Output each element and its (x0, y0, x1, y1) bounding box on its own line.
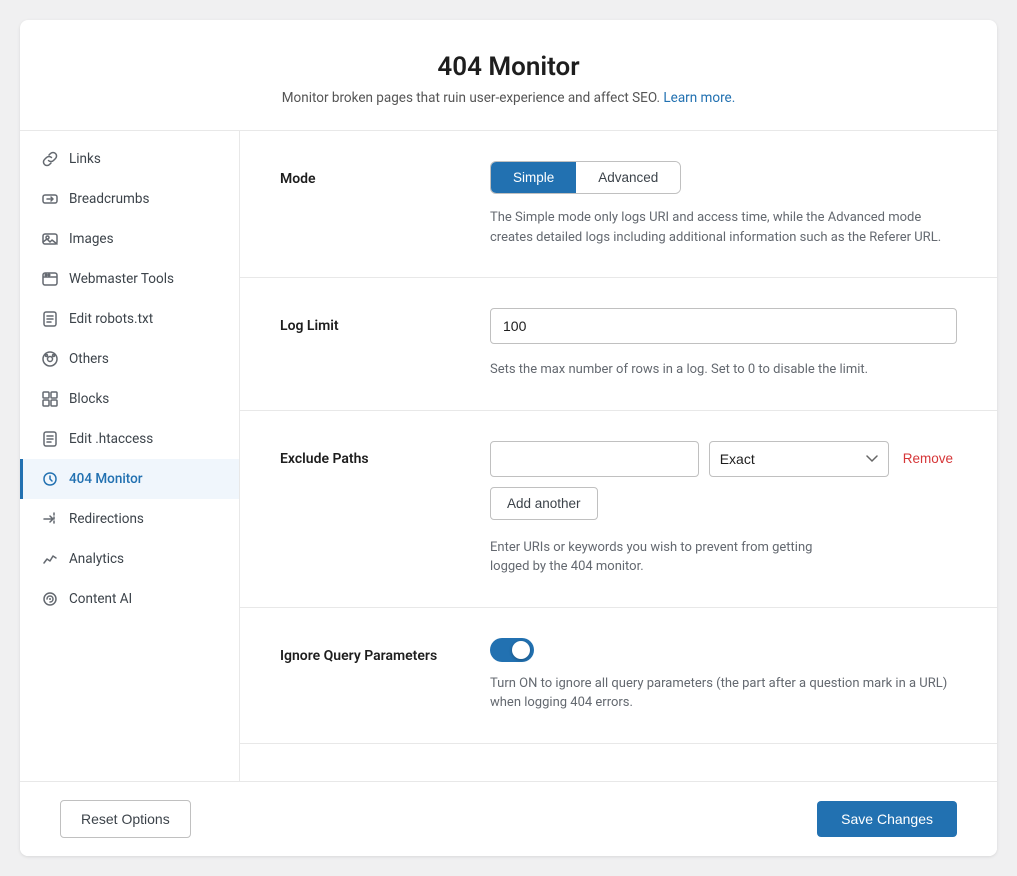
sidebar-item-redirections[interactable]: Redirections (20, 499, 239, 539)
htaccess-icon (41, 430, 59, 448)
exclude-paths-section: Exclude Paths Exact Contains Starts with… (240, 411, 997, 608)
mode-description: The Simple mode only logs URI and access… (490, 208, 957, 247)
reset-options-button[interactable]: Reset Options (60, 800, 191, 838)
ignore-query-description: Turn ON to ignore all query parameters (… (490, 674, 957, 713)
robots-icon (41, 310, 59, 328)
page-title: 404 Monitor (40, 52, 977, 82)
mode-row: Mode Simple Advanced The Simple mode onl… (280, 161, 957, 247)
sidebar-item-edit-robots[interactable]: Edit robots.txt (20, 299, 239, 339)
sidebar-item-label: Analytics (69, 551, 124, 567)
exclude-path-row: Exact Contains Starts with Ends with Reg… (490, 441, 957, 477)
webmaster-icon (41, 270, 59, 288)
sidebar-item-label: Others (69, 351, 109, 367)
redirections-icon (41, 510, 59, 528)
blocks-icon (41, 390, 59, 408)
exclude-paths-description: Enter URIs or keywords you wish to preve… (490, 538, 957, 577)
sidebar-item-edit-htaccess[interactable]: Edit .htaccess (20, 419, 239, 459)
exclude-paths-row: Exclude Paths Exact Contains Starts with… (280, 441, 957, 577)
sidebar-item-label: Edit robots.txt (69, 311, 153, 327)
links-icon (41, 150, 59, 168)
ignore-query-section: Ignore Query Parameters Turn ON to ignor… (240, 608, 997, 744)
sidebar: Links Breadcrumbs (20, 131, 240, 781)
sidebar-item-label: Links (69, 151, 101, 167)
mode-control: Simple Advanced The Simple mode only log… (490, 161, 957, 247)
sidebar-item-label: Blocks (69, 391, 109, 407)
app-container: 404 Monitor Monitor broken pages that ru… (20, 20, 997, 856)
remove-path-button[interactable]: Remove (899, 451, 957, 466)
sidebar-item-label: Images (69, 231, 114, 247)
sidebar-item-label: Redirections (69, 511, 144, 527)
path-type-select[interactable]: Exact Contains Starts with Ends with Reg… (709, 441, 889, 477)
header-subtitle: Monitor broken pages that ruin user-expe… (40, 90, 977, 106)
sidebar-item-blocks[interactable]: Blocks (20, 379, 239, 419)
learn-more-link[interactable]: Learn more. (663, 90, 735, 106)
ignore-query-label: Ignore Query Parameters (280, 638, 460, 664)
sidebar-item-analytics[interactable]: Analytics (20, 539, 239, 579)
toggle-thumb (512, 641, 530, 659)
sidebar-item-label: Breadcrumbs (69, 191, 149, 207)
toggle-track (490, 638, 534, 662)
log-limit-description: Sets the max number of rows in a log. Se… (490, 360, 957, 380)
content-ai-icon (41, 590, 59, 608)
main-content: Mode Simple Advanced The Simple mode onl… (240, 131, 997, 781)
sidebar-item-content-ai[interactable]: Content AI (20, 579, 239, 619)
sidebar-item-label: 404 Monitor (69, 471, 143, 487)
sidebar-item-breadcrumbs[interactable]: Breadcrumbs (20, 179, 239, 219)
sidebar-item-label: Edit .htaccess (69, 431, 153, 447)
ignore-query-toggle[interactable] (490, 638, 534, 662)
exclude-paths-control: Exact Contains Starts with Ends with Reg… (490, 441, 957, 577)
sidebar-item-links[interactable]: Links (20, 139, 239, 179)
ignore-query-row: Ignore Query Parameters Turn ON to ignor… (280, 638, 957, 713)
mode-toggle: Simple Advanced (490, 161, 681, 194)
advanced-mode-button[interactable]: Advanced (576, 162, 680, 193)
save-changes-button[interactable]: Save Changes (817, 801, 957, 837)
add-another-button[interactable]: Add another (490, 487, 598, 520)
log-limit-label: Log Limit (280, 308, 460, 334)
images-icon (41, 230, 59, 248)
sidebar-item-others[interactable]: Others (20, 339, 239, 379)
sidebar-item-label: Webmaster Tools (69, 271, 174, 287)
sidebar-item-images[interactable]: Images (20, 219, 239, 259)
sidebar-item-webmaster-tools[interactable]: Webmaster Tools (20, 259, 239, 299)
log-limit-section: Log Limit Sets the max number of rows in… (240, 278, 997, 411)
footer: Reset Options Save Changes (20, 781, 997, 856)
mode-section: Mode Simple Advanced The Simple mode onl… (240, 131, 997, 278)
mode-label: Mode (280, 161, 460, 187)
exclude-paths-label: Exclude Paths (280, 441, 460, 467)
log-limit-control: Sets the max number of rows in a log. Se… (490, 308, 957, 380)
others-icon (41, 350, 59, 368)
page-header: 404 Monitor Monitor broken pages that ru… (20, 20, 997, 131)
monitor-icon (41, 470, 59, 488)
log-limit-input[interactable] (490, 308, 957, 344)
analytics-icon (41, 550, 59, 568)
path-input[interactable] (490, 441, 699, 477)
simple-mode-button[interactable]: Simple (491, 162, 576, 193)
sidebar-item-label: Content AI (69, 591, 132, 607)
toggle-container (490, 638, 957, 662)
breadcrumbs-icon (41, 190, 59, 208)
ignore-query-control: Turn ON to ignore all query parameters (… (490, 638, 957, 713)
log-limit-row: Log Limit Sets the max number of rows in… (280, 308, 957, 380)
sidebar-item-404-monitor[interactable]: 404 Monitor (20, 459, 239, 499)
content-layout: Links Breadcrumbs (20, 131, 997, 781)
